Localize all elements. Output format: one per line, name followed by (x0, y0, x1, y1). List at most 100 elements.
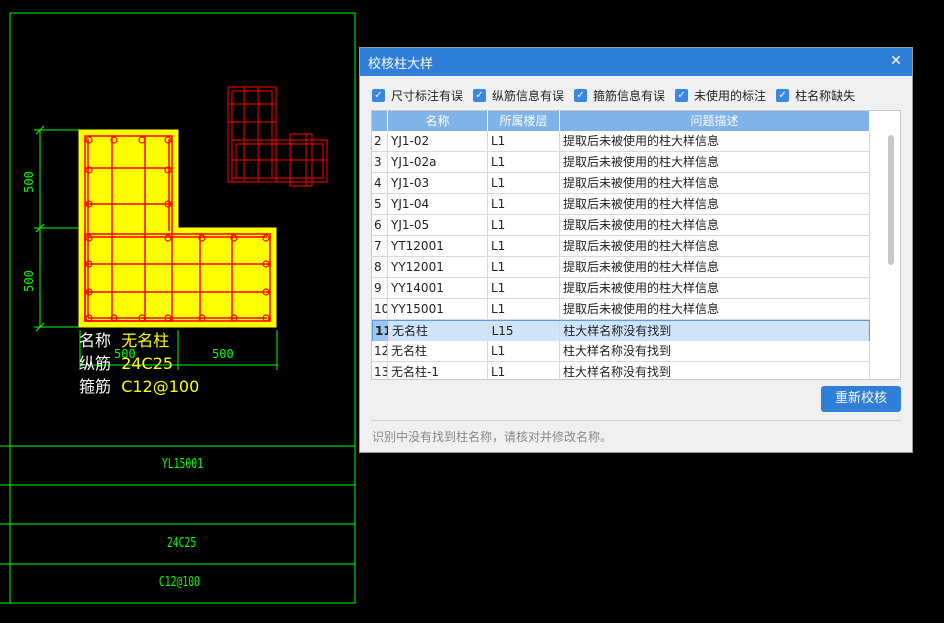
issue-table[interactable]: 名称 所属楼层 问题描述 2 YJ1-02 L1 提取后未被使用的柱大样信息 3 YJ1-… (371, 110, 901, 380)
long-rebar-label: 纵筋 (79, 354, 112, 373)
table-column-name: YL15001 (161, 457, 203, 472)
dim-left-lower: 500 (21, 270, 36, 292)
recheck-button[interactable]: 重新校核 (821, 386, 901, 412)
table-row[interactable]: 5 YJ1-04 L1 提取后未被使用的柱大样信息 (372, 194, 870, 215)
cell-description: 提取后未被使用的柱大样信息 (560, 236, 870, 256)
cell-name: 无名柱-1 (388, 362, 488, 379)
header-name[interactable]: 名称 (388, 111, 488, 131)
table-row[interactable]: 2 YJ1-02 L1 提取后未被使用的柱大样信息 (372, 131, 870, 152)
row-index: 7 (372, 236, 388, 256)
checkbox-checked-icon[interactable]: ✓ (675, 88, 689, 102)
checkbox-checked-icon[interactable]: ✓ (776, 88, 790, 102)
dim-left-upper: 500 (21, 171, 36, 193)
cell-description: 提取后未被使用的柱大样信息 (560, 299, 870, 319)
table-row[interactable]: 3 YJ1-02a L1 提取后未被使用的柱大样信息 (372, 152, 870, 173)
row-index: 2 (372, 131, 388, 151)
table-row[interactable]: 10 YY15001 L1 提取后未被使用的柱大样信息 (372, 299, 870, 320)
filter-dimension-error[interactable]: ✓ 尺寸标注有误 (372, 87, 463, 104)
cell-name: YY15001 (388, 299, 488, 319)
dim-bottom-right: 500 (212, 347, 234, 361)
stirrup-label: 箍筋 (79, 377, 112, 396)
cell-description: 柱大样名称没有找到 (560, 321, 870, 341)
header-floor[interactable]: 所属楼层 (488, 111, 560, 131)
cell-name: 无名柱 (388, 341, 488, 361)
cell-floor: L1 (488, 236, 560, 256)
cell-floor: L1 (488, 215, 560, 235)
row-index: 9 (372, 278, 388, 298)
row-index: 13 (372, 362, 388, 379)
filter-stirrup-error[interactable]: ✓ 箍筋信息有误 (574, 87, 665, 104)
checkbox-checked-icon[interactable]: ✓ (372, 88, 385, 102)
name-value: 无名柱 (121, 331, 170, 350)
cell-name: YJ1-05 (388, 215, 488, 235)
table-row[interactable]: 11无名柱L15柱大样名称没有找到 (372, 320, 870, 341)
row-index: 8 (372, 257, 388, 277)
checkbox-checked-icon[interactable]: ✓ (574, 88, 588, 102)
cell-floor: L15 (488, 321, 561, 341)
cell-description: 提取后未被使用的柱大样信息 (560, 131, 870, 151)
filter-longitudinal-error[interactable]: ✓ 纵筋信息有误 (473, 87, 564, 104)
cell-name: YY14001 (388, 278, 488, 298)
cell-name: YJ1-03 (388, 173, 488, 193)
row-index: 6 (372, 215, 388, 235)
header-index (372, 111, 388, 131)
cell-description: 提取后未被使用的柱大样信息 (560, 257, 870, 277)
header-description[interactable]: 问题描述 (560, 111, 870, 131)
cell-description: 提取后未被使用的柱大样信息 (560, 152, 870, 172)
cell-name: 无名柱 (388, 321, 489, 341)
divider (371, 420, 901, 421)
cell-floor: L1 (488, 278, 560, 298)
row-index: 5 (372, 194, 388, 214)
cell-floor: L1 (488, 341, 560, 361)
hint-text: 识别中没有找到柱名称，请核对并修改名称。 (372, 430, 613, 444)
filter-label: 尺寸标注有误 (391, 88, 464, 103)
filter-missing-name[interactable]: ✓ 柱名称缺失 (776, 87, 855, 104)
table-row[interactable]: 13 无名柱-1 L1 柱大样名称没有找到 (372, 362, 870, 379)
cell-floor: L1 (488, 299, 560, 319)
table-header: 名称 所属楼层 问题描述 (372, 111, 870, 131)
row-index: 12 (372, 341, 388, 361)
table-row[interactable]: 8 YY12001 L1 提取后未被使用的柱大样信息 (372, 257, 870, 278)
cell-description: 提取后未被使用的柱大样信息 (560, 278, 870, 298)
table-row[interactable]: 4 YJ1-03 L1 提取后未被使用的柱大样信息 (372, 173, 870, 194)
table-row[interactable]: 9 YY14001 L1 提取后未被使用的柱大样信息 (372, 278, 870, 299)
close-icon[interactable]: ✕ (888, 53, 904, 69)
filter-label: 柱名称缺失 (795, 88, 856, 103)
filter-label: 未使用的标注 (694, 88, 767, 103)
long-rebar-value: 24C25 (121, 354, 174, 373)
cell-floor: L1 (488, 362, 560, 379)
cell-description: 柱大样名称没有找到 (560, 341, 870, 361)
table-row[interactable]: 12 无名柱 L1 柱大样名称没有找到 (372, 341, 870, 362)
name-label: 名称 (79, 331, 112, 350)
table-stirrup: C12@100 (158, 575, 200, 590)
cell-name: YJ1-02 (388, 131, 488, 151)
row-index: 10 (372, 299, 388, 319)
cell-floor: L1 (488, 173, 560, 193)
vertical-scrollbar[interactable] (870, 131, 900, 379)
filter-label: 箍筋信息有误 (593, 88, 666, 103)
cell-floor: L1 (488, 131, 560, 151)
scrollbar-thumb[interactable] (888, 135, 894, 265)
table-row[interactable]: 6 YJ1-05 L1 提取后未被使用的柱大样信息 (372, 215, 870, 236)
cell-description: 提取后未被使用的柱大样信息 (560, 215, 870, 235)
row-index: 4 (372, 173, 388, 193)
filter-unused-annotation[interactable]: ✓ 未使用的标注 (675, 87, 766, 104)
cell-name: YY12001 (388, 257, 488, 277)
checkbox-checked-icon[interactable]: ✓ (473, 88, 487, 102)
filter-label: 纵筋信息有误 (492, 88, 565, 103)
dialog-titlebar[interactable]: 校核柱大样 ✕ (360, 48, 912, 76)
cell-name: YT12001 (388, 236, 488, 256)
filter-bar: ✓ 尺寸标注有误 ✓ 纵筋信息有误 ✓ 箍筋信息有误 ✓ 未使用的标注 ✓ 柱名… (372, 86, 865, 104)
row-index: 11 (373, 321, 389, 341)
cell-description: 提取后未被使用的柱大样信息 (560, 194, 870, 214)
cell-floor: L1 (488, 152, 560, 172)
cell-name: YJ1-02a (388, 152, 488, 172)
table-row[interactable]: 7 YT12001 L1 提取后未被使用的柱大样信息 (372, 236, 870, 257)
dialog-title: 校核柱大样 (368, 56, 434, 72)
stirrup-value: C12@100 (121, 377, 200, 396)
rebar-preview (227, 86, 328, 187)
cell-description: 柱大样名称没有找到 (560, 362, 870, 379)
cell-description: 提取后未被使用的柱大样信息 (560, 173, 870, 193)
table-rebar: 24C25 (166, 536, 197, 551)
row-index: 3 (372, 152, 388, 172)
